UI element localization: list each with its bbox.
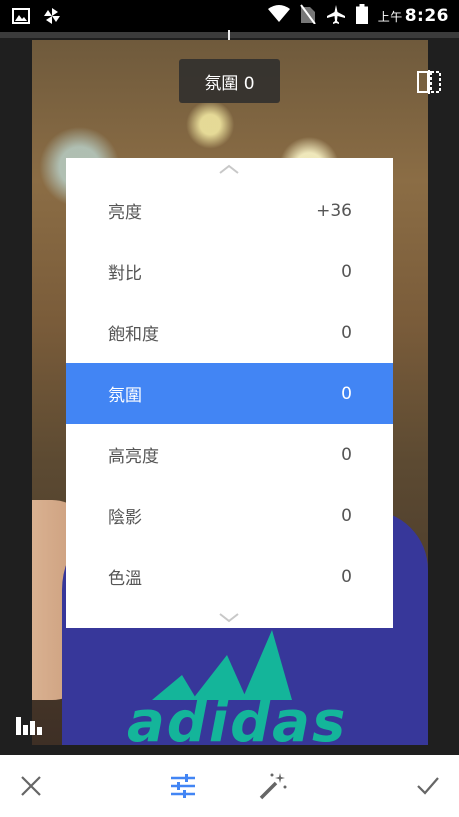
no-sim-icon [299, 4, 316, 28]
menu-item-label: 亮度 [108, 203, 142, 223]
menu-item-label: 飽和度 [108, 325, 159, 345]
menu-item-label: 陰影 [108, 508, 142, 528]
menu-item-label: 高亮度 [108, 447, 159, 467]
menu-item-value: 0 [341, 261, 352, 282]
current-adjust-value-label: 氛圍 0 [179, 59, 280, 103]
wifi-icon [267, 5, 290, 27]
close-icon[interactable] [16, 771, 46, 801]
menu-item-saturation[interactable]: 飽和度 0 [66, 302, 393, 363]
histogram-icon[interactable] [16, 713, 44, 735]
menu-item-value: +36 [316, 200, 352, 221]
menu-item-warmth[interactable]: 色溫 0 [66, 546, 393, 607]
image-icon [12, 8, 30, 28]
chevron-up-icon[interactable] [219, 164, 239, 174]
menu-item-label: 對比 [108, 264, 142, 284]
menu-item-shadows[interactable]: 陰影 0 [66, 485, 393, 546]
clock: 上午 8:26 [377, 6, 449, 26]
adjust-menu: 亮度 +36 對比 0 飽和度 0 氛圍 0 高亮度 0 陰影 0 色溫 0 [66, 158, 393, 628]
airplane-icon [326, 4, 346, 28]
shirt-logo-text: adidas [127, 690, 348, 745]
auto-enhance-wand-icon[interactable] [258, 771, 288, 801]
menu-item-contrast[interactable]: 對比 0 [66, 241, 393, 302]
menu-item-label: 氛圍 [108, 386, 142, 406]
compare-icon[interactable] [415, 70, 443, 94]
chevron-down-icon[interactable] [219, 613, 239, 623]
menu-item-value: 0 [341, 383, 352, 404]
status-bar: 上午 8:26 [0, 0, 459, 32]
menu-item-value: 0 [341, 505, 352, 526]
check-icon[interactable] [413, 771, 443, 801]
menu-item-brightness[interactable]: 亮度 +36 [66, 180, 393, 241]
menu-item-label: 色溫 [108, 569, 142, 589]
pinwheel-icon [42, 6, 62, 30]
menu-item-highlights[interactable]: 高亮度 0 [66, 424, 393, 485]
menu-item-value: 0 [341, 322, 352, 343]
menu-item-value: 0 [341, 566, 352, 587]
menu-item-value: 0 [341, 444, 352, 465]
battery-icon [355, 4, 368, 28]
bottom-toolbar [0, 755, 459, 817]
menu-item-ambiance[interactable]: 氛圍 0 [66, 363, 393, 424]
tune-icon[interactable] [168, 771, 198, 801]
